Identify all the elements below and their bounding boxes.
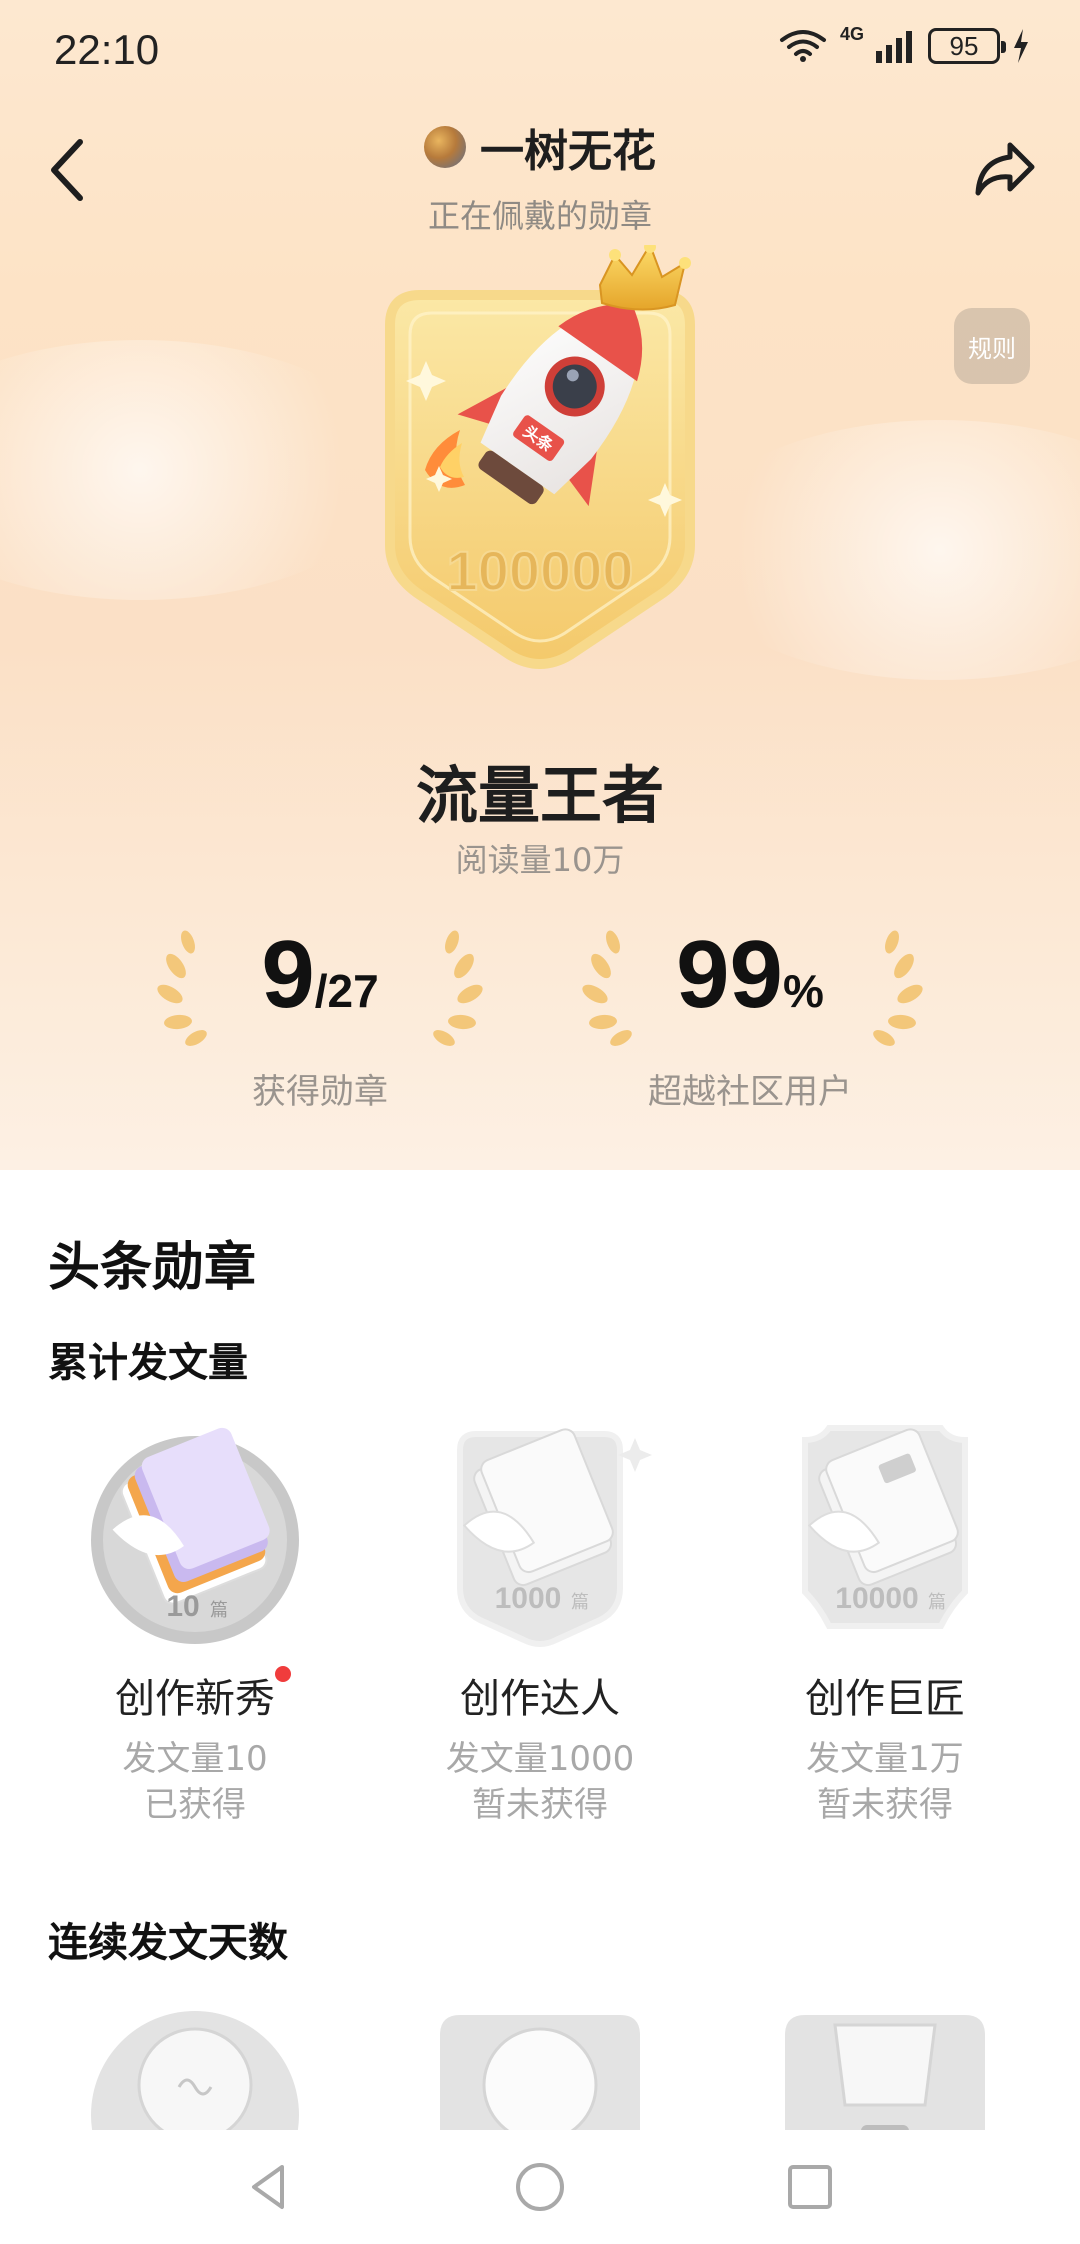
section-title: 头条勋章 bbox=[48, 1238, 257, 1298]
badge-requirement: 发文量1000 bbox=[445, 1739, 635, 1779]
earned-badges-label: 获得勋章 bbox=[252, 1072, 388, 1112]
current-badge-name: 流量王者 bbox=[415, 759, 664, 832]
svg-text:10000: 10000 bbox=[835, 1582, 918, 1615]
community-percent-stat: 99% 超越社区用户 bbox=[560, 920, 940, 1113]
share-icon bbox=[975, 142, 1035, 196]
new-badge-dot bbox=[275, 1666, 291, 1682]
battery-indicator: 95 bbox=[928, 28, 1006, 64]
badge-requirement: 发文量1万 bbox=[806, 1739, 964, 1779]
badge-requirement: 发文量10 bbox=[122, 1739, 268, 1779]
streak-badge-1[interactable] bbox=[75, 1995, 315, 2130]
signal-icon bbox=[876, 31, 912, 63]
community-percent-label: 超越社区用户 bbox=[648, 1072, 852, 1112]
earned-badges-stat: 9/27 获得勋章 bbox=[130, 920, 510, 1113]
badge-number: 100000 bbox=[447, 539, 634, 602]
earned-badges-count: 9/27 bbox=[261, 921, 379, 1028]
rules-button[interactable]: 规则 bbox=[954, 308, 1030, 384]
badge-name: 创作巨匠 bbox=[805, 1676, 965, 1722]
badge-status: 暂未获得 bbox=[817, 1785, 953, 1825]
badge-card-creator-expert[interactable]: 1000 篇 创作达人 发文量1000 暂未获得 bbox=[375, 1410, 705, 1828]
circle-home-icon[interactable] bbox=[510, 2157, 570, 2217]
network-type: 4G bbox=[839, 23, 864, 44]
page-header: 一树无花 正在佩戴的勋章 bbox=[0, 115, 1080, 237]
badge-name: 创作达人 bbox=[460, 1676, 620, 1722]
current-badge-image: 100000 头条 bbox=[340, 241, 740, 675]
badge-status: 已获得 bbox=[144, 1785, 246, 1825]
status-icons: 4G 95 bbox=[778, 24, 1030, 64]
hero-glow bbox=[680, 420, 1080, 680]
lightbulb-icon bbox=[785, 2015, 985, 2130]
system-navigation-bar bbox=[0, 2130, 1080, 2244]
group-title-streak: 连续发文天数 bbox=[48, 1920, 288, 1966]
triangle-back-icon[interactable] bbox=[240, 2157, 300, 2217]
current-badge-description: 阅读量10万 bbox=[455, 841, 625, 879]
streak-badge-3[interactable] bbox=[765, 1995, 1005, 2130]
community-percent-value: 99% bbox=[676, 921, 824, 1028]
svg-text:10: 10 bbox=[166, 1590, 199, 1623]
badge-icon-earned: 10 篇 bbox=[75, 1410, 315, 1650]
charging-icon bbox=[1014, 29, 1028, 63]
svg-text:篇: 篇 bbox=[928, 1592, 946, 1613]
svg-text:篇: 篇 bbox=[571, 1592, 589, 1613]
lightbulb-icon bbox=[440, 2015, 640, 2130]
share-button[interactable] bbox=[970, 135, 1040, 205]
square-recent-icon[interactable] bbox=[780, 2157, 840, 2217]
lightbulb-icon bbox=[91, 2011, 299, 2130]
badge-card-creator-master[interactable]: 10000 篇 创作巨匠 发文量1万 暂未获得 bbox=[720, 1410, 1050, 1828]
user-title-row: 一树无花 bbox=[424, 115, 656, 179]
streak-badge-2[interactable] bbox=[420, 1995, 660, 2130]
status-bar: 22:10 4G 95 bbox=[0, 0, 1080, 100]
status-time: 22:10 bbox=[54, 26, 160, 73]
badge-icon-locked: 10000 篇 bbox=[765, 1410, 1005, 1650]
badge-name: 创作新秀 bbox=[115, 1666, 291, 1724]
badge-card-creator-newbie[interactable]: 10 篇 创作新秀 发文量10 已获得 bbox=[30, 1410, 360, 1828]
user-name: 一树无花 bbox=[480, 126, 656, 177]
page-subtitle: 正在佩戴的勋章 bbox=[427, 197, 652, 235]
avatar[interactable] bbox=[424, 126, 466, 168]
badge-icon-locked: 1000 篇 bbox=[420, 1410, 660, 1650]
svg-text:篇: 篇 bbox=[210, 1600, 228, 1621]
wifi-icon bbox=[779, 30, 826, 62]
badge-status: 暂未获得 bbox=[472, 1785, 608, 1825]
group-title-posts: 累计发文量 bbox=[48, 1340, 248, 1386]
svg-text:1000: 1000 bbox=[495, 1582, 562, 1615]
